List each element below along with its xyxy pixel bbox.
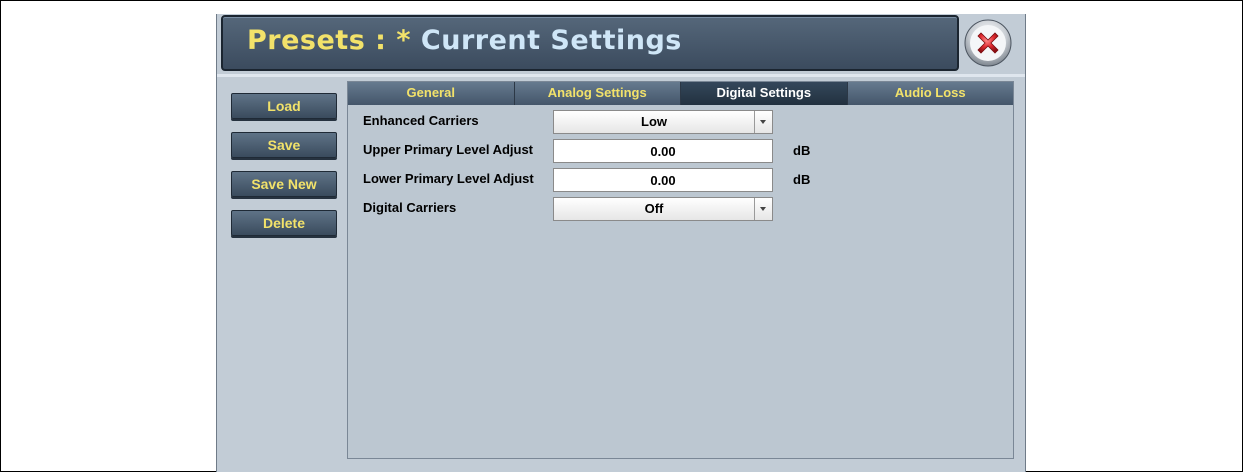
lower-primary-unit: dB [793, 172, 811, 187]
chevron-down-icon[interactable] [754, 198, 772, 220]
upper-primary-input[interactable] [553, 139, 773, 163]
save-button[interactable]: Save [231, 132, 337, 158]
tab-general[interactable]: General [348, 82, 515, 105]
upper-primary-row: Upper Primary Level Adjust dB [363, 139, 1003, 163]
upper-primary-unit: dB [793, 143, 811, 158]
digital-carriers-value: Off [644, 201, 664, 216]
close-icon [964, 19, 1012, 67]
digital-carriers-row: Digital Carriers Off [363, 197, 1003, 221]
lower-primary-label: Lower Primary Level Adjust [363, 171, 534, 186]
title-prefix: Presets : * [247, 25, 421, 56]
delete-button[interactable]: Delete [231, 210, 337, 236]
load-button[interactable]: Load [231, 93, 337, 119]
page-title: Presets : * Current Settings [247, 25, 682, 56]
settings-panel: General Analog Settings Digital Settings… [347, 81, 1014, 459]
action-sidebar: Load Save Save New Delete [217, 77, 343, 472]
enhanced-carriers-select[interactable]: Low [553, 110, 773, 134]
close-button[interactable] [964, 19, 1012, 67]
save-new-button[interactable]: Save New [231, 171, 337, 197]
enhanced-carriers-label: Enhanced Carriers [363, 113, 479, 128]
enhanced-carriers-row: Enhanced Carriers Low [363, 110, 1003, 134]
upper-primary-label: Upper Primary Level Adjust [363, 142, 534, 157]
enhanced-carriers-value: Low [641, 114, 667, 129]
tab-bar: General Analog Settings Digital Settings… [348, 82, 1013, 105]
chevron-down-icon[interactable] [754, 111, 772, 133]
lower-primary-input[interactable] [553, 168, 773, 192]
title-bar: Presets : * Current Settings [221, 15, 959, 71]
title-current: Current Settings [420, 25, 682, 56]
presets-window: Presets : * Current Settings Load Save S… [216, 14, 1026, 472]
tab-audio-loss[interactable]: Audio Loss [847, 82, 1013, 105]
tab-digital-settings[interactable]: Digital Settings [681, 82, 848, 105]
lower-primary-row: Lower Primary Level Adjust dB [363, 168, 1003, 192]
digital-carriers-label: Digital Carriers [363, 200, 457, 215]
tab-analog-settings[interactable]: Analog Settings [514, 82, 681, 105]
digital-carriers-select[interactable]: Off [553, 197, 773, 221]
